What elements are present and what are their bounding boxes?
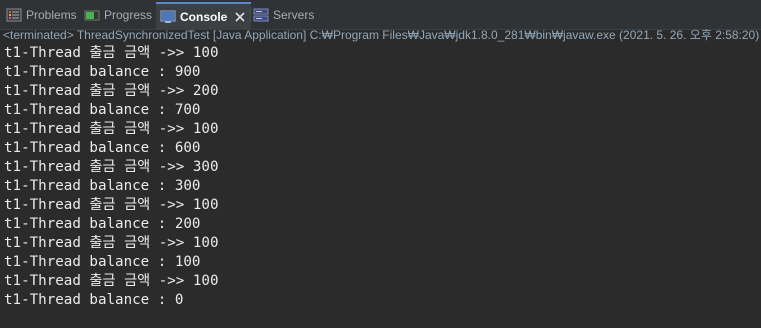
console-line: t1-Thread 출금 금액 ->> 100 <box>4 273 219 289</box>
console-line: t1-Thread 출금 금액 ->> 300 <box>4 159 219 175</box>
process-status-line: <terminated> ThreadSynchronizedTest [Jav… <box>3 29 760 42</box>
tab-progress[interactable]: Progress <box>84 3 152 27</box>
console-line: t1-Thread balance : 200 <box>4 216 201 232</box>
problems-icon <box>6 8 22 22</box>
tab-separator <box>250 7 251 23</box>
console-line: t1-Thread 출금 금액 ->> 100 <box>4 197 219 213</box>
console-view: Problems Progress Console Servers <termi… <box>0 0 761 328</box>
console-line: t1-Thread balance : 0 <box>4 292 184 308</box>
tab-label: Servers <box>273 8 315 22</box>
tab-servers[interactable]: Servers <box>253 3 314 27</box>
console-line: t1-Thread balance : 900 <box>4 64 201 80</box>
console-output[interactable]: t1-Thread 출금 금액 ->> 100 t1-Thread balanc… <box>0 44 761 328</box>
tab-label: Console <box>180 9 228 24</box>
view-tab-bar: Problems Progress Console Servers <box>0 0 761 30</box>
progress-icon <box>84 10 100 21</box>
console-line: t1-Thread 출금 금액 ->> 100 <box>4 235 219 251</box>
tab-label: Problems <box>26 8 77 22</box>
console-line: t1-Thread balance : 700 <box>4 102 201 118</box>
console-icon <box>160 10 176 23</box>
tab-label: Progress <box>104 8 153 22</box>
servers-icon <box>253 8 269 22</box>
console-line: t1-Thread balance : 300 <box>4 178 201 194</box>
tab-console[interactable]: Console <box>156 2 252 29</box>
tab-problems[interactable]: Problems <box>6 3 77 27</box>
console-line: t1-Thread 출금 금액 ->> 200 <box>4 83 219 99</box>
console-line: t1-Thread 출금 금액 ->> 100 <box>4 45 219 61</box>
close-icon[interactable] <box>233 10 247 24</box>
console-line: t1-Thread balance : 100 <box>4 254 201 270</box>
console-line: t1-Thread 출금 금액 ->> 100 <box>4 121 219 137</box>
console-line: t1-Thread balance : 600 <box>4 140 201 156</box>
